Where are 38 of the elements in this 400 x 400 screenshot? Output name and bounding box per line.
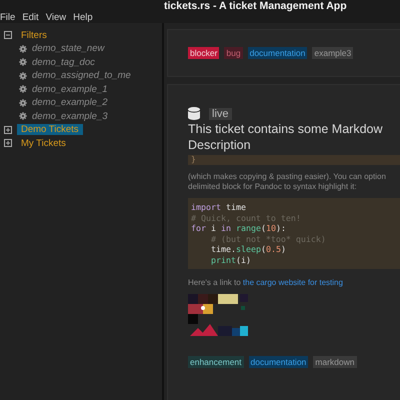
expand-toggle[interactable] bbox=[4, 139, 12, 148]
link-sentence: Here's a link to the cargo website for testing bbox=[188, 278, 344, 287]
tag: blocker bbox=[188, 47, 220, 59]
tree-group[interactable]: Demo Tickets bbox=[17, 124, 83, 136]
filter-item[interactable]: demo_state_new bbox=[32, 43, 104, 54]
tag: markdown bbox=[313, 356, 356, 368]
paragraph: (which makes copying & pasting easier). You can option delimited block for Pandoc to syntax highlight it: bbox=[188, 172, 387, 192]
tag: enhancement bbox=[188, 356, 244, 368]
state-badge: live bbox=[209, 108, 232, 120]
ticket-title: This ticket contains some Markdow bbox=[188, 122, 384, 138]
gear-icon bbox=[19, 58, 27, 66]
tree-group[interactable]: Filters bbox=[17, 30, 51, 41]
menu-item[interactable]: View bbox=[46, 12, 66, 23]
database-icon bbox=[188, 107, 200, 120]
tree-group[interactable]: My Tickets bbox=[17, 138, 70, 149]
tag: bug bbox=[224, 47, 243, 59]
gear-icon bbox=[19, 112, 27, 120]
gear-icon bbox=[19, 85, 27, 94]
tag: documentation bbox=[248, 356, 308, 368]
gear-icon bbox=[19, 72, 27, 80]
filter-item[interactable]: demo_example_3 bbox=[32, 110, 108, 122]
filter-item[interactable]: demo_tag_doc bbox=[32, 56, 95, 68]
menu-item[interactable]: File bbox=[0, 12, 16, 23]
expand-toggle[interactable] bbox=[4, 126, 12, 134]
filter-item[interactable]: demo_example_1 bbox=[32, 84, 108, 95]
filter-item[interactable]: demo_assigned_to_me bbox=[32, 70, 131, 82]
filter-item[interactable]: demo_example_2 bbox=[32, 97, 108, 108]
gear-icon bbox=[19, 44, 27, 53]
ticket-title: Description bbox=[188, 138, 252, 153]
tag: documentation bbox=[248, 47, 308, 59]
menu-item[interactable]: Edit bbox=[22, 12, 39, 23]
code-block: import time # Quick, count to ten! for i in range(10): # (but not *too* quick) time.sleep(0.5) print(i) bbox=[188, 198, 400, 269]
collapse-toggle[interactable] bbox=[4, 31, 12, 40]
cargo-link[interactable]: the cargo website for testing bbox=[242, 278, 343, 287]
gear-icon bbox=[19, 98, 27, 107]
tag: example3 bbox=[312, 47, 354, 59]
window-title: tickets.rs - A ticket Management App bbox=[164, 0, 347, 12]
menu-item[interactable]: Help bbox=[73, 12, 93, 23]
